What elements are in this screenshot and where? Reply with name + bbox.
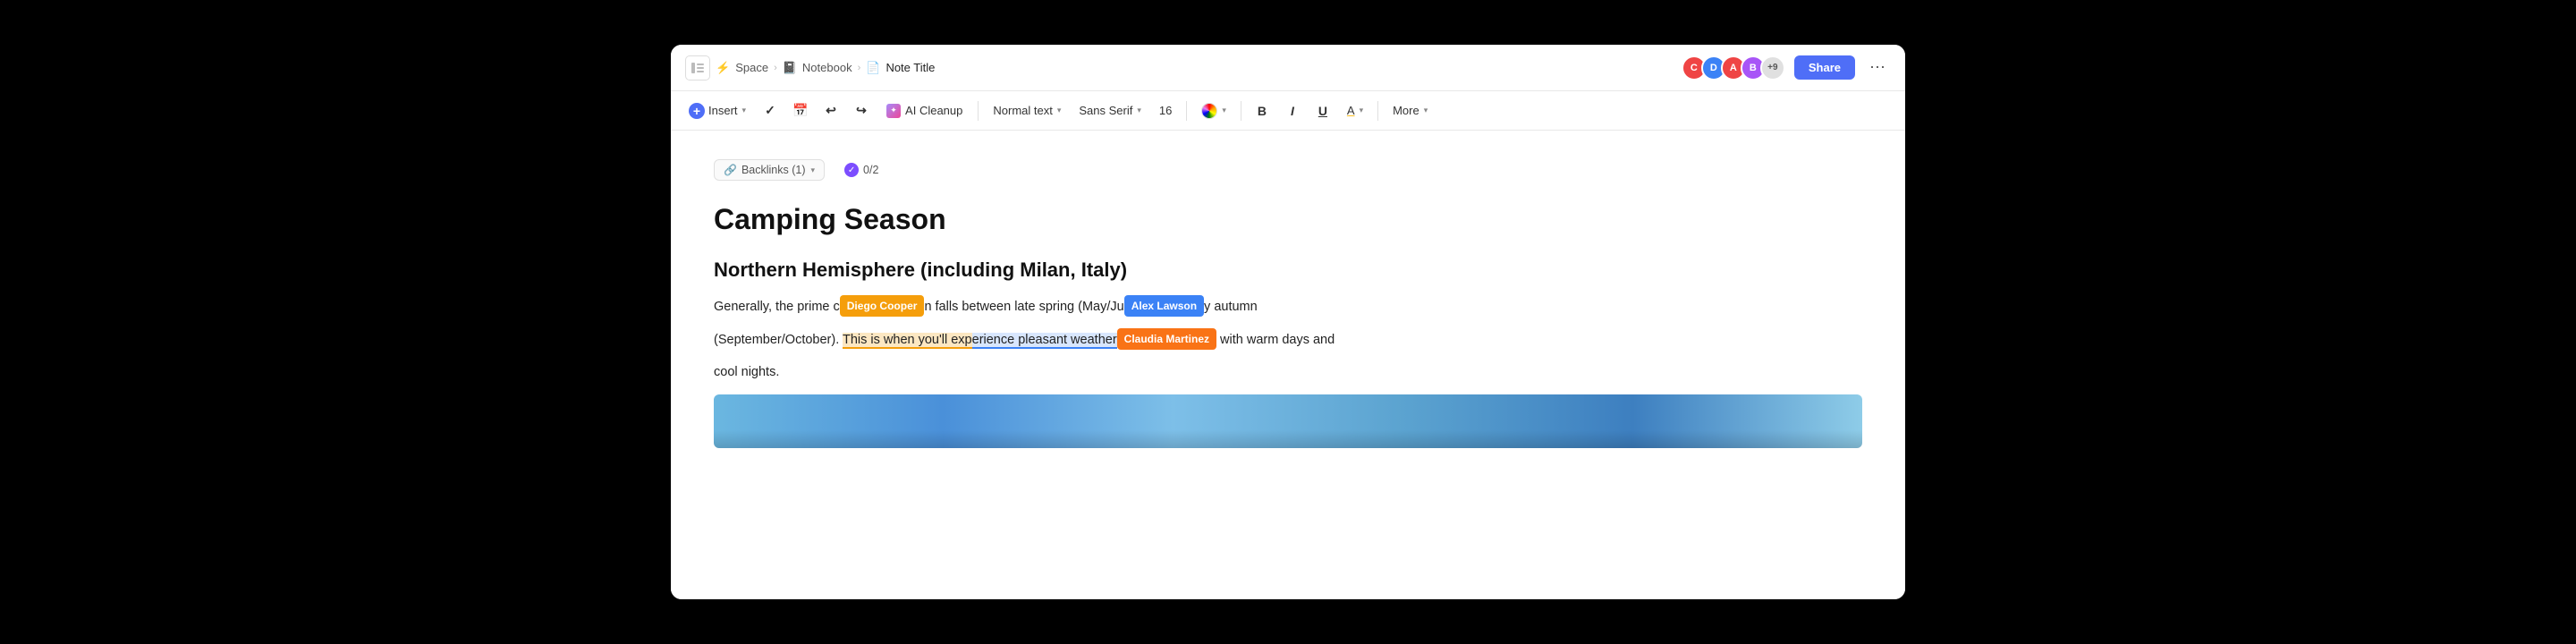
body-paragraph-3: cool nights. xyxy=(714,361,1862,384)
more-chevron: ▾ xyxy=(1424,106,1428,115)
breadcrumb-sep-1: › xyxy=(774,63,777,73)
font-size-label: 16 xyxy=(1159,104,1172,117)
insert-label: Insert xyxy=(708,104,738,117)
color-chevron: ▾ xyxy=(1222,106,1226,115)
color-circle-icon xyxy=(1201,103,1217,119)
toolbar-divider-1 xyxy=(978,101,979,121)
top-bar-right: C D A B +9 Share ⋯ xyxy=(1682,55,1891,80)
check-icon: ✓ xyxy=(844,163,859,177)
backlinks-chevron: ▾ xyxy=(811,165,816,175)
insert-chevron: ▾ xyxy=(742,106,747,115)
toolbar: + Insert ▾ ✓ 📅 ↩ ↪ ✦ AI Cleanup Normal t… xyxy=(671,91,1905,131)
text-style-chevron: ▾ xyxy=(1057,106,1062,115)
image-strip xyxy=(714,394,1862,448)
italic-button[interactable]: I xyxy=(1279,97,1306,124)
bold-button[interactable]: B xyxy=(1249,97,1275,124)
sidebar-toggle[interactable] xyxy=(685,55,710,80)
ai-cleanup-button[interactable]: ✦ AI Cleanup xyxy=(878,99,970,123)
calendar-button[interactable]: 📅 xyxy=(787,97,814,124)
ai-label: AI Cleanup xyxy=(905,104,962,117)
backlinks-pill[interactable]: 🔗 Backlinks (1) ▾ xyxy=(714,159,825,181)
body-paragraph-2: (September/October). This is when you'll… xyxy=(714,329,1862,352)
share-button[interactable]: Share xyxy=(1794,55,1855,80)
body-line3: cool nights. xyxy=(714,365,779,379)
text-style-label: Normal text xyxy=(993,104,1052,117)
breadcrumb-notebook[interactable]: Notebook xyxy=(802,61,852,74)
body-line2-prefix: (September/October). xyxy=(714,333,843,347)
backlinks-label: Backlinks (1) xyxy=(741,164,806,176)
checklist-pill[interactable]: ✓ 0/2 xyxy=(835,159,887,181)
doc-title[interactable]: Camping Season xyxy=(714,202,1862,236)
space-icon: ⚡ xyxy=(716,61,730,75)
plus-icon: + xyxy=(689,103,705,119)
font-label: Sans Serif xyxy=(1079,104,1132,117)
toolbar-divider-2 xyxy=(1186,101,1187,121)
body-highlight-blue: erience pleasant weather xyxy=(972,333,1117,349)
checkmark-button[interactable]: ✓ xyxy=(757,97,784,124)
content-area[interactable]: 🔗 Backlinks (1) ▾ ✓ 0/2 Camping Season N… xyxy=(671,131,1905,599)
body-paragraph-1: Generally, the prime cDiego Coopern fall… xyxy=(714,296,1862,318)
insert-button[interactable]: + Insert ▾ xyxy=(682,98,753,123)
highlight-icon: A xyxy=(1347,104,1355,117)
highlight-chevron: ▾ xyxy=(1360,106,1364,115)
ai-icon: ✦ xyxy=(886,104,901,118)
body-highlight-yellow: This is when you'll exp xyxy=(843,333,972,349)
body-line2-end: with warm days and xyxy=(1216,333,1335,347)
body-text-part1: Generally, the prime c xyxy=(714,300,840,314)
collaborator-avatars: C D A B +9 xyxy=(1682,55,1785,80)
font-size-selector[interactable]: 16 xyxy=(1152,99,1179,122)
notebook-icon: 📓 xyxy=(783,61,797,75)
cursor-claudia: Claudia Martinez xyxy=(1117,328,1216,350)
redo-button[interactable]: ↪ xyxy=(848,97,875,124)
breadcrumb-space[interactable]: Space xyxy=(735,61,768,74)
top-bar: ⚡ Space › 📓 Notebook › 📄 Note Title C D … xyxy=(671,45,1905,91)
avatar-extra[interactable]: +9 xyxy=(1760,55,1785,80)
color-picker-button[interactable]: ▾ xyxy=(1194,98,1233,123)
body-text-part2: n falls between late spring (May/Ju xyxy=(924,300,1123,314)
cursor-alex: Alex Lawson xyxy=(1124,295,1204,317)
meta-bar: 🔗 Backlinks (1) ▾ ✓ 0/2 xyxy=(714,159,1862,181)
editor-window: ⚡ Space › 📓 Notebook › 📄 Note Title C D … xyxy=(671,45,1905,599)
backlinks-icon: 🔗 xyxy=(724,164,737,176)
undo-button[interactable]: ↩ xyxy=(818,97,844,124)
toolbar-divider-4 xyxy=(1377,101,1378,121)
more-options-button[interactable]: ⋯ xyxy=(1864,55,1891,80)
cursor-diego: Diego Cooper xyxy=(840,295,925,317)
highlight-color-button[interactable]: A ▾ xyxy=(1340,99,1370,122)
breadcrumb-sep-2: › xyxy=(858,63,861,73)
font-selector[interactable]: Sans Serif ▾ xyxy=(1072,99,1148,122)
breadcrumb-note[interactable]: Note Title xyxy=(886,61,935,74)
underline-button[interactable]: U xyxy=(1309,97,1336,124)
breadcrumb: ⚡ Space › 📓 Notebook › 📄 Note Title xyxy=(685,55,935,80)
section1-heading: Northern Hemisphere (including Milan, It… xyxy=(714,258,1862,284)
font-chevron: ▾ xyxy=(1137,106,1141,115)
text-style-selector[interactable]: Normal text ▾ xyxy=(986,99,1068,122)
more-button[interactable]: More ▾ xyxy=(1385,99,1435,122)
note-icon: 📄 xyxy=(866,61,880,75)
checklist-label: 0/2 xyxy=(863,164,878,176)
more-label: More xyxy=(1393,104,1419,117)
body-text-part3: y autumn xyxy=(1204,300,1258,314)
